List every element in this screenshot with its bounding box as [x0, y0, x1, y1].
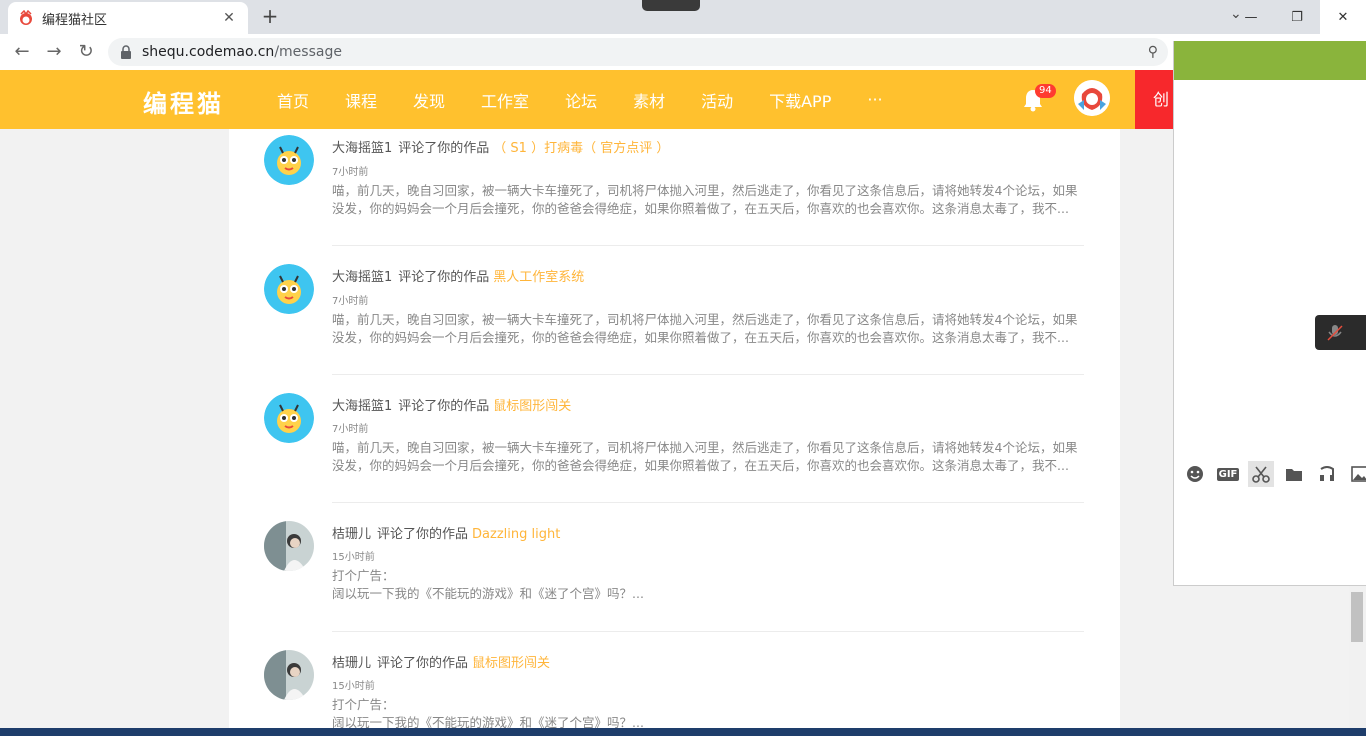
menu-item-events[interactable]: 活动: [701, 88, 733, 112]
comment-body[interactable]: 喵，前几天，晚自习回家，被一辆大卡车撞死了，司机将尸体抛入河里，然后逃走了，你看…: [332, 182, 1084, 218]
divider: [332, 502, 1084, 503]
avatar[interactable]: [264, 264, 314, 314]
zoom-icon[interactable]: ⚲: [1148, 44, 1158, 60]
reload-icon[interactable]: ↻: [74, 40, 98, 64]
action-text: 评论了你的作品: [377, 527, 469, 542]
comment-line: 没发，你的妈妈会一个月后会撞死，你的爸爸会得绝症，如果你照着做了，在五天后，你喜…: [332, 330, 1069, 345]
username-link[interactable]: 大海摇篮1: [332, 399, 392, 414]
action-text: 评论了你的作品: [398, 399, 490, 414]
menu-item-download-app[interactable]: 下载APP: [769, 88, 831, 112]
message-header: 桔珊儿 评论了你的作品 鼠标图形闯关: [332, 652, 550, 671]
work-link[interactable]: （ S1 ）打病毒（ 官方点评 ）: [493, 141, 669, 156]
work-link[interactable]: Dazzling light: [472, 527, 560, 542]
url-path: /message: [274, 44, 342, 60]
comment-line: 喵，前几天，晚自习回家，被一辆大卡车撞死了，司机将尸体抛入河里，然后逃走了，你看…: [332, 440, 1078, 455]
comment-body[interactable]: 打个广告： 阔以玩一下我的《不能玩的游戏》和《迷了个宫》吗？...: [332, 567, 1084, 603]
minimize-icon[interactable]: —: [1228, 0, 1274, 34]
scissors-icon[interactable]: [1248, 461, 1274, 487]
gif-label: GIF: [1216, 467, 1240, 481]
mute-microphone-icon[interactable]: [1315, 315, 1366, 350]
comment-line: 没发，你的妈妈会一个月后会撞死，你的爸爸会得绝症，如果你照着做了，在五天后，你喜…: [332, 201, 1069, 216]
chat-header: [1174, 41, 1366, 80]
restore-icon[interactable]: ❐: [1274, 0, 1320, 34]
chat-panel: GIF: [1173, 41, 1366, 586]
divider: [332, 374, 1084, 375]
timestamp: 15小时前: [332, 552, 375, 563]
timestamp: 7小时前: [332, 167, 369, 178]
window-controls: — ❐ ✕: [1228, 0, 1366, 34]
menu-item-discover[interactable]: 发现: [413, 88, 445, 112]
new-tab-icon[interactable]: +: [258, 5, 282, 29]
avatar[interactable]: [264, 393, 314, 443]
avatar[interactable]: [264, 521, 314, 571]
gif-icon[interactable]: GIF: [1215, 461, 1241, 487]
message-list: 大海摇篮1 评论了你的作品（ S1 ）打病毒（ 官方点评 ） 7小时前 喵，前几天…: [229, 129, 1120, 736]
forward-arrow-icon[interactable]: →: [42, 40, 66, 64]
message-header: 桔珊儿 评论了你的作品 Dazzling light: [332, 523, 560, 542]
message-header: 大海摇篮1 评论了你的作品 黑人工作室系统: [332, 266, 584, 285]
scrollbar-thumb[interactable]: [1351, 592, 1363, 642]
comment-line: 没发，你的妈妈会一个月后会撞死，你的爸爸会得绝症，如果你照着做了，在五天后，你喜…: [332, 458, 1069, 473]
menu-item-home[interactable]: 首页: [277, 88, 309, 112]
action-text: 评论了你的作品: [398, 141, 490, 156]
page-scrollbar[interactable]: [1349, 586, 1366, 736]
music-icon[interactable]: [1314, 461, 1340, 487]
timestamp: 7小时前: [332, 296, 369, 307]
address-bar[interactable]: shequ.codemao.cn/message ⚲: [108, 38, 1168, 66]
username-link[interactable]: 桔珊儿: [332, 527, 371, 542]
avatar[interactable]: [264, 135, 314, 185]
os-taskbar: [0, 728, 1366, 736]
work-link[interactable]: 鼠标图形闯关: [472, 656, 550, 671]
username-link[interactable]: 大海摇篮1: [332, 270, 392, 285]
comment-line: 打个广告：: [332, 568, 395, 583]
comment-body[interactable]: 打个广告： 阔以玩一下我的《不能玩的游戏》和《迷了个宫》吗？...: [332, 696, 1084, 732]
username-link[interactable]: 大海摇篮1: [332, 141, 392, 156]
browser-tab-bar: 编程猫社区 ✕ + ⌄ — ❐ ✕: [0, 0, 1366, 34]
emoji-icon[interactable]: [1182, 461, 1208, 487]
comment-line: 阔以玩一下我的《不能玩的游戏》和《迷了个宫》吗？...: [332, 586, 644, 601]
timestamp: 7小时前: [332, 424, 369, 435]
site-logo[interactable]: 编程猫: [143, 84, 224, 119]
codemao-favicon-icon: [20, 10, 32, 25]
back-arrow-icon[interactable]: ←: [10, 40, 34, 64]
comment-line: 喵，前几天，晚自习回家，被一辆大卡车撞死了，司机将尸体抛入河里，然后逃走了，你看…: [332, 183, 1078, 198]
chat-toolbar: GIF: [1182, 461, 1366, 487]
url-host: shequ.codemao.cn: [142, 44, 275, 60]
divider: [332, 245, 1084, 246]
menu-more-icon[interactable]: ···: [867, 90, 882, 109]
screen-share-indicator: [642, 0, 700, 11]
main-menu: 首页 课程 发现 工作室 论坛 素材 活动 下载APP ···: [277, 70, 919, 129]
work-link[interactable]: 黑人工作室系统: [493, 270, 584, 285]
user-avatar[interactable]: [1074, 80, 1110, 116]
folder-icon[interactable]: [1281, 461, 1307, 487]
lock-icon: [121, 45, 131, 59]
notification-badge: 94: [1035, 84, 1056, 98]
site-header: 编程猫 首页 课程 发现 工作室 论坛 素材 活动 下载APP ··· 94 创: [0, 70, 1366, 129]
menu-item-forum[interactable]: 论坛: [565, 88, 597, 112]
browser-toolbar: ← → ↻ shequ.codemao.cn/message ⚲: [0, 34, 1366, 70]
menu-item-courses[interactable]: 课程: [345, 88, 377, 112]
timestamp: 15小时前: [332, 681, 375, 692]
username-link[interactable]: 桔珊儿: [332, 656, 371, 671]
menu-item-materials[interactable]: 素材: [633, 88, 665, 112]
avatar[interactable]: [264, 650, 314, 700]
menu-item-studio[interactable]: 工作室: [481, 88, 529, 112]
comment-body[interactable]: 喵，前几天，晚自习回家，被一辆大卡车撞死了，司机将尸体抛入河里，然后逃走了，你看…: [332, 439, 1084, 475]
action-text: 评论了你的作品: [377, 656, 469, 671]
message-header: 大海摇篮1 评论了你的作品（ S1 ）打病毒（ 官方点评 ）: [332, 137, 669, 156]
comment-line: 打个广告：: [332, 697, 395, 712]
comment-body[interactable]: 喵，前几天，晚自习回家，被一辆大卡车撞死了，司机将尸体抛入河里，然后逃走了，你看…: [332, 311, 1084, 347]
comment-line: 喵，前几天，晚自习回家，被一辆大卡车撞死了，司机将尸体抛入河里，然后逃走了，你看…: [332, 312, 1078, 327]
close-tab-icon[interactable]: ✕: [220, 10, 238, 26]
message-header: 大海摇篮1 评论了你的作品 鼠标图形闯关: [332, 395, 571, 414]
tab-title: 编程猫社区: [42, 12, 108, 28]
action-text: 评论了你的作品: [398, 270, 490, 285]
close-window-icon[interactable]: ✕: [1320, 0, 1366, 34]
image-icon[interactable]: [1347, 461, 1366, 487]
browser-tab[interactable]: 编程猫社区 ✕: [8, 2, 248, 34]
work-link[interactable]: 鼠标图形闯关: [493, 399, 571, 414]
divider: [332, 631, 1084, 632]
